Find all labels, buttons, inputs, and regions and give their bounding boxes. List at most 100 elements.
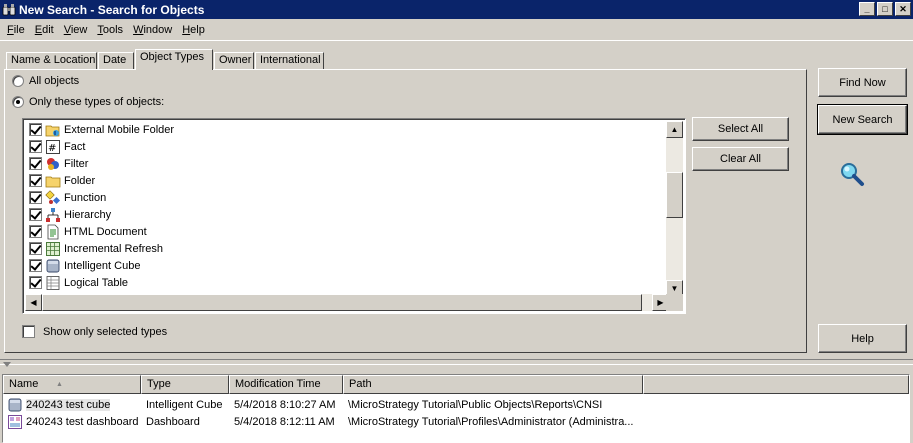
menu-tools[interactable]: Tools <box>92 24 128 36</box>
menu-file[interactable]: File <box>2 24 30 36</box>
vertical-scrollbar[interactable]: ▲ ▼ <box>666 121 683 297</box>
hierarchy-icon <box>46 207 60 222</box>
menu-window[interactable]: Window <box>128 24 177 36</box>
dashboard-icon <box>8 414 22 429</box>
scroll-corner <box>666 294 683 311</box>
help-button[interactable]: Help <box>818 324 907 353</box>
radio-all-objects-button[interactable] <box>12 75 24 87</box>
close-button[interactable]: ✕ <box>895 2 911 16</box>
fact-icon: # <box>46 139 60 154</box>
binoculars-icon <box>2 3 16 15</box>
object-types-list-items: External Mobile Folder # Fact Filter Folder F… <box>25 121 669 297</box>
tab-object-types[interactable]: Object Types <box>135 49 213 70</box>
tab-date[interactable]: Date <box>98 52 134 69</box>
intelligent-cube-icon <box>8 398 22 411</box>
tab-international[interactable]: International <box>255 52 324 69</box>
object-type-label: External Mobile Folder <box>64 123 175 136</box>
cell-type: Intelligent Cube <box>146 398 223 411</box>
column-header-filler <box>643 375 909 394</box>
results-table: Name ▲ Type Modification Time Path 24024… <box>2 374 910 443</box>
cell-path: \MicroStrategy Tutorial\Profiles\Adminis… <box>348 415 634 428</box>
pane-splitter[interactable] <box>0 359 913 365</box>
radio-all-objects[interactable]: All objects <box>12 75 79 87</box>
object-type-item[interactable]: Folder <box>25 172 669 189</box>
minimize-button[interactable]: _ <box>859 2 875 16</box>
column-header-path[interactable]: Path <box>343 375 643 394</box>
cell-name: 240243 test cube <box>3 397 141 413</box>
cell-name-text: 240243 test cube <box>26 398 111 411</box>
tab-owner[interactable]: Owner <box>214 52 254 69</box>
object-type-label: Incremental Refresh <box>64 242 164 255</box>
object-type-item[interactable]: # Fact <box>25 138 669 155</box>
radio-all-objects-label: All objects <box>29 75 80 87</box>
object-type-item[interactable]: External Mobile Folder <box>25 121 669 138</box>
splitter-arrow-icon[interactable] <box>3 362 11 368</box>
cell-name: 240243 test dashboard <box>3 414 141 430</box>
object-type-item[interactable]: Filter <box>25 155 669 172</box>
object-type-item[interactable]: Logical Table <box>25 274 669 291</box>
object-type-checkbox[interactable] <box>29 208 42 221</box>
object-type-checkbox[interactable] <box>29 259 42 272</box>
external-mobile-folder-icon <box>45 125 60 136</box>
object-type-item[interactable]: HTML Document <box>25 223 669 240</box>
object-type-checkbox[interactable] <box>29 123 42 136</box>
radio-only-these-types[interactable]: Only these types of objects: <box>12 96 164 108</box>
filter-icon <box>47 157 59 170</box>
object-type-label: Function <box>64 191 107 204</box>
show-only-selected-box[interactable] <box>22 325 35 338</box>
table-row[interactable]: 240243 test dashboard Dashboard 5/4/2018 8… <box>3 413 909 430</box>
column-header-modification-time[interactable]: Modification Time <box>229 375 343 394</box>
svg-text:#: # <box>48 143 56 154</box>
cell-modified: 5/4/2018 8:12:11 AM <box>234 415 335 428</box>
menu-edit[interactable]: Edit <box>30 24 59 36</box>
object-type-checkbox[interactable] <box>29 174 42 187</box>
object-type-checkbox[interactable] <box>29 225 42 238</box>
object-type-checkbox[interactable] <box>29 157 42 170</box>
menu-view[interactable]: View <box>59 24 93 36</box>
magnifier-icon <box>841 163 864 186</box>
object-type-label: Fact <box>64 140 86 153</box>
object-type-item[interactable]: Intelligent Cube <box>25 257 669 274</box>
tab-name-location[interactable]: Name & Location <box>6 52 97 69</box>
incremental-refresh-icon <box>46 241 60 256</box>
object-type-label: Folder <box>64 174 96 187</box>
title-bar: New Search - Search for Objects _ □ ✕ <box>0 0 913 19</box>
maximize-button[interactable]: □ <box>877 2 893 16</box>
new-search-button[interactable]: New Search <box>817 104 908 135</box>
cell-name-text: 240243 test dashboard <box>26 415 139 428</box>
radio-only-these-types-button[interactable] <box>12 96 24 108</box>
clear-all-button[interactable]: Clear All <box>692 147 789 171</box>
object-type-label: Intelligent Cube <box>64 259 141 272</box>
object-type-label: Filter <box>64 157 89 170</box>
html-document-icon <box>47 224 59 239</box>
cell-modified: 5/4/2018 8:10:27 AM <box>234 398 336 411</box>
menu-help[interactable]: Help <box>177 24 210 36</box>
vertical-scroll-thumb[interactable] <box>666 172 683 218</box>
object-type-item[interactable]: Incremental Refresh <box>25 240 669 257</box>
sort-ascending-icon: ▲ <box>56 381 63 388</box>
table-row[interactable]: 240243 test cube Intelligent Cube 5/4/2018… <box>3 396 909 413</box>
results-header: Name ▲ Type Modification Time Path <box>3 375 909 394</box>
find-now-button[interactable]: Find Now <box>818 68 907 97</box>
window-title: New Search - Search for Objects <box>19 2 205 17</box>
cell-path: \MicroStrategy Tutorial\Public Objects\R… <box>348 398 603 411</box>
logical-table-icon <box>46 275 60 290</box>
object-type-checkbox[interactable] <box>29 140 42 153</box>
scroll-left-button[interactable]: ◀ <box>25 294 42 311</box>
object-type-checkbox[interactable] <box>29 191 42 204</box>
scroll-up-button[interactable]: ▲ <box>666 121 683 138</box>
function-icon <box>45 189 61 204</box>
object-type-item[interactable]: Function <box>25 189 669 206</box>
object-type-item[interactable]: Hierarchy <box>25 206 669 223</box>
object-type-checkbox[interactable] <box>29 242 42 255</box>
intelligent-cube-icon <box>46 259 60 272</box>
column-header-type[interactable]: Type <box>141 375 229 394</box>
object-type-checkbox[interactable] <box>29 276 42 289</box>
horizontal-scrollbar[interactable]: ◀ ▶ <box>25 294 669 311</box>
show-only-selected-checkbox[interactable]: Show only selected types <box>22 325 167 338</box>
folder-icon <box>45 176 61 187</box>
horizontal-scroll-thumb[interactable] <box>42 294 642 311</box>
select-all-button[interactable]: Select All <box>692 117 789 141</box>
object-types-list[interactable]: External Mobile Folder # Fact Filter Folder F… <box>22 118 686 314</box>
column-header-name[interactable]: Name ▲ <box>3 375 141 394</box>
